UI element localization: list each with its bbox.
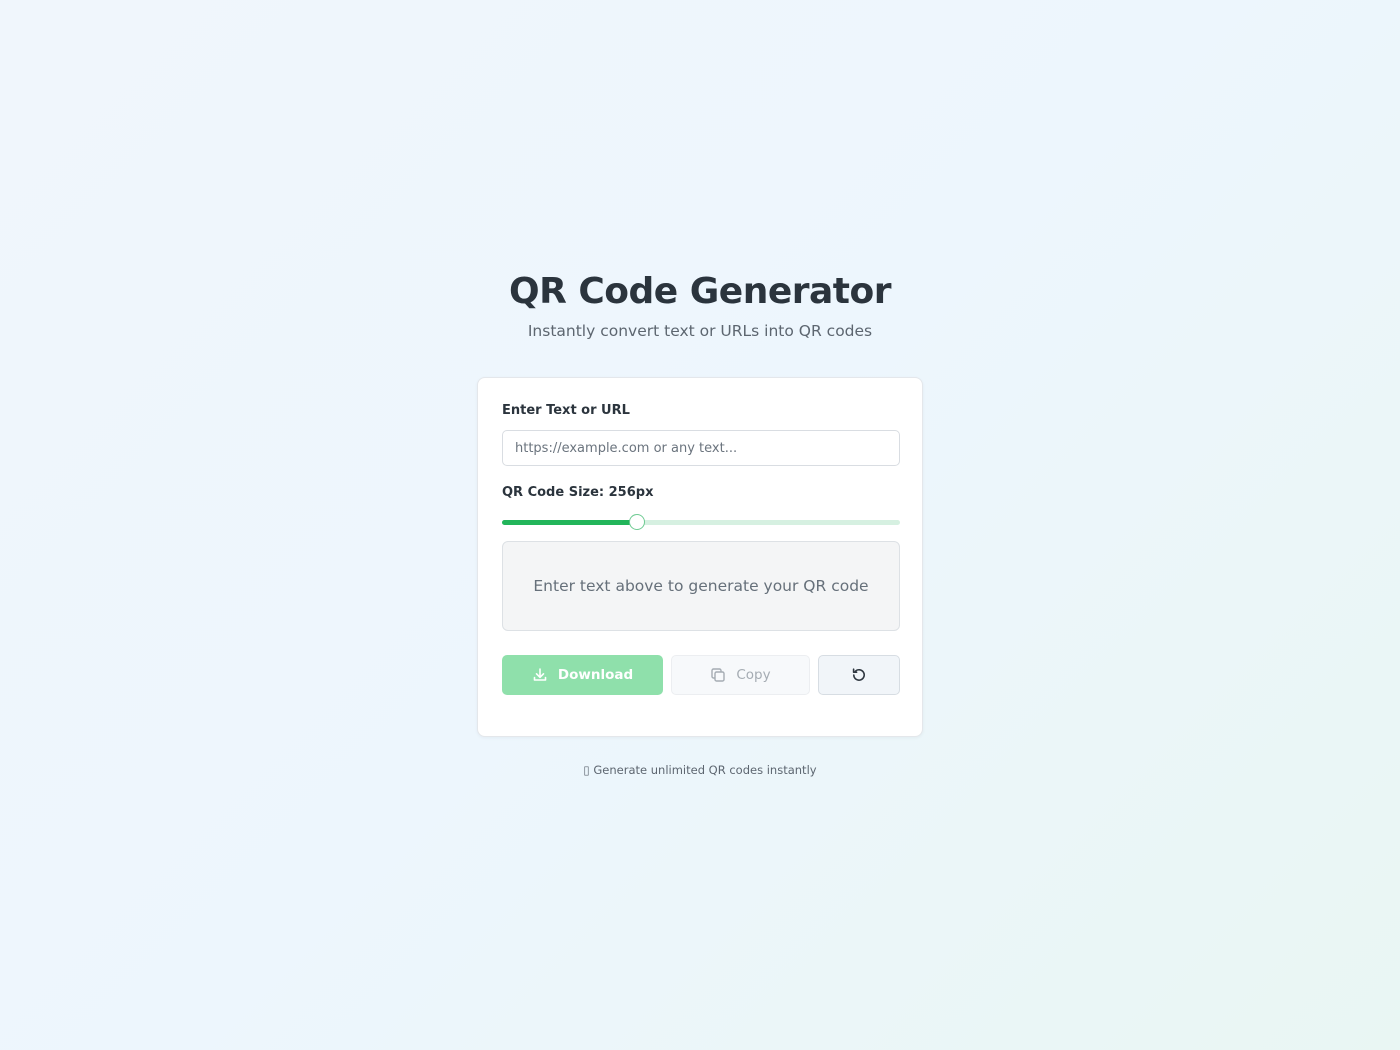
copy-button-label: Copy [736,667,771,683]
page-subtitle: Instantly convert text or URLs into QR c… [527,322,873,340]
download-button-label: Download [557,667,634,683]
refresh-icon [851,667,867,683]
reset-button[interactable] [818,655,900,695]
copy-button[interactable]: Copy [671,655,810,695]
page-title: QR Code Generator [509,271,891,312]
footer-note: ▯ Generate unlimited QR codes instantly [583,763,817,777]
size-slider[interactable] [502,514,900,530]
qr-preview-area: Enter text above to generate your QR cod… [502,541,900,631]
generator-card: Enter Text or URL QR Code Size: 256px En… [477,377,923,737]
copy-icon [710,667,726,683]
text-url-input[interactable] [502,430,900,466]
text-input-label: Enter Text or URL [502,403,630,418]
slider-thumb[interactable] [629,514,646,530]
download-icon [532,667,548,683]
action-buttons: Download Copy [502,655,900,695]
download-button[interactable]: Download [502,655,663,695]
preview-placeholder-text: Enter text above to generate your QR cod… [533,577,869,595]
slider-fill [502,520,638,525]
page-header: QR Code Generator Instantly convert text… [0,270,1400,342]
size-label: QR Code Size: 256px [502,485,654,500]
